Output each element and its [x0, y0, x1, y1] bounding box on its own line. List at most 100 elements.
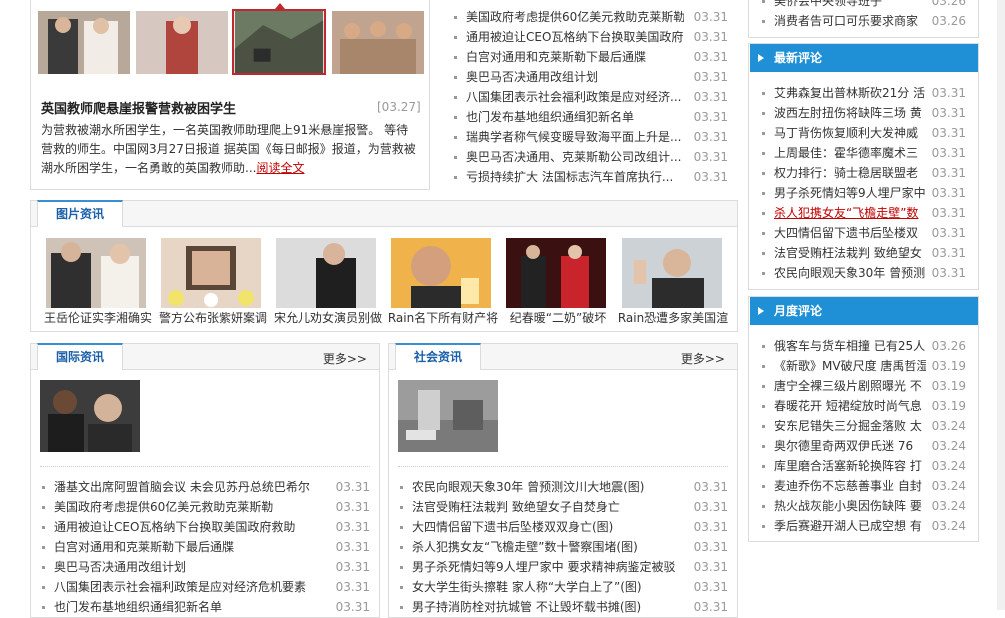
bullet-icon [400, 546, 403, 549]
list-item[interactable]: 波西左肘扭伤将缺阵三场 黄 03.31 [762, 103, 966, 123]
list-item[interactable]: 八国集团表示社会福利政策是应对经济危机要素 03.31 [42, 577, 370, 597]
list-item[interactable]: 大四情侣留下遗书后坠楼双 03.31 [762, 223, 966, 243]
bullet-icon [454, 156, 457, 159]
bullet-icon [762, 252, 765, 255]
bullet-icon [762, 505, 765, 508]
bullet-icon [762, 425, 765, 428]
photo-caption-1[interactable]: 王岳伦证实李湘确实 [42, 309, 154, 326]
story-title[interactable]: 英国教师爬悬崖报警营救被困学生 [41, 98, 236, 117]
list-item[interactable]: 通用被迫让CEO瓦格纳下台换取美国政府 03.31 [454, 27, 728, 47]
list-item[interactable]: 也门发布基地组织通缉犯新名单 03.31 [42, 597, 370, 617]
list-item[interactable]: 男子杀死情妇等9人埋尸家中 03.31 [762, 183, 966, 203]
social-divider [398, 466, 728, 467]
intl-news-photo[interactable] [40, 380, 140, 452]
bullet-icon [454, 176, 457, 179]
vertical-scrollbar[interactable] [997, 0, 1005, 610]
photo-thumb-4[interactable] [391, 238, 491, 308]
photo-thumb-3[interactable] [276, 238, 376, 308]
bullet-icon [762, 445, 765, 448]
photo-caption-3[interactable]: 宋允儿劝女演员别做 [272, 309, 384, 326]
list-item[interactable]: 库里磨合活塞新轮换阵容 打 03.24 [762, 456, 966, 476]
tab-photo-news[interactable]: 图片资讯 [37, 200, 123, 227]
list-item[interactable]: 亏损持续扩大 法国标志汽车首席执行... 03.31 [454, 167, 728, 187]
story-thumb-3-selected[interactable] [232, 9, 326, 75]
list-item[interactable]: 农民向眼观天象30年 曾预测 03.31 [762, 263, 966, 283]
list-item[interactable]: 奥巴马否决通用改组计划 03.31 [42, 557, 370, 577]
photo-caption-5[interactable]: 纪春暖“二奶”破坏 [502, 309, 614, 326]
list-item[interactable]: 通用被迫让CEO瓦格纳下台换取美国政府救助 03.31 [42, 517, 370, 537]
bullet-icon [454, 116, 457, 119]
intl-more-link[interactable]: 更多>> [323, 350, 367, 367]
sidebar-top-list: 美侨会中央领导班子 03.26 消费者告可口可乐要求商家 03.26 [762, 0, 966, 31]
list-item[interactable]: 麦迪乔伤不忘慈善事业 自封 03.24 [762, 476, 966, 496]
list-item[interactable]: 奥巴马否决通用改组计划 03.31 [454, 67, 728, 87]
list-item[interactable]: 安东尼错失三分掘金落败 太 03.24 [762, 416, 966, 436]
bullet-icon [400, 606, 403, 609]
list-item[interactable]: 白宫对通用和克莱斯勒下最后通牒 03.31 [42, 537, 370, 557]
list-item[interactable]: 也门发布基地组织通缉犯新名单 03.31 [454, 107, 728, 127]
list-item[interactable]: 《新歌》MV破尺度 唐禹哲湿 03.19 [762, 356, 966, 376]
list-item[interactable]: 女大学生街头擦鞋 家人称“大学白上了”(图) 03.31 [400, 577, 728, 597]
list-item[interactable]: 马丁背伤恢复顺利大发神威 03.31 [762, 123, 966, 143]
story-summary: 为营救被潮水所困学生，一名英国教师助理爬上91米悬崖报警。 等待营救的师生。中国… [41, 121, 419, 178]
photo-thumb-5[interactable] [506, 238, 606, 308]
list-item[interactable]: 八国集团表示社会福利政策是应对经济... 03.31 [454, 87, 728, 107]
social-news-photo[interactable] [398, 380, 498, 452]
list-item[interactable]: 消费者告可口可乐要求商家 03.26 [762, 11, 966, 31]
bullet-icon [762, 0, 765, 3]
bullet-icon [762, 112, 765, 115]
monthly-comments-title: 月度评论 [774, 304, 823, 318]
social-more-link[interactable]: 更多>> [681, 350, 725, 367]
bullet-icon [762, 465, 765, 468]
list-item[interactable]: 上周最佳：霍华德率魔术三 03.31 [762, 143, 966, 163]
bullet-icon [42, 566, 45, 569]
photo-caption-6[interactable]: Rain恐遭多家美国渲 [617, 309, 729, 326]
photo-thumb-1[interactable] [46, 238, 146, 308]
list-item[interactable]: 男子杀死情妇等9人埋尸家中 要求精神病鉴定被驳 03.31 [400, 557, 728, 577]
bullet-icon [42, 546, 45, 549]
photo-caption-4[interactable]: Rain名下所有财产将 [387, 309, 499, 326]
list-item[interactable]: 春暖花开 短裙绽放时尚气息 03.19 [762, 396, 966, 416]
list-item[interactable]: 艾弗森复出普林斯砍21分 活 03.31 [762, 83, 966, 103]
bullet-icon [762, 345, 765, 348]
intl-news-list: 潘基文出席阿盟首脑会议 未会见苏丹总统巴希尔 03.31 美国政府考虑提供60亿美… [42, 477, 370, 617]
list-item[interactable]: 俄客车与货车相撞 已有25人 03.26 [762, 336, 966, 356]
bullet-icon [454, 136, 457, 139]
list-item[interactable]: 法官受贿枉法栽判 致绝望女 03.31 [762, 243, 966, 263]
list-item[interactable]: 瑞典学者称气候变暖导致海平面上升是... 03.31 [454, 127, 728, 147]
photo-caption-2[interactable]: 警方公布张紫妍案调 [157, 309, 269, 326]
list-item[interactable]: 大四情侣留下遗书后坠楼双双身亡(图) 03.31 [400, 517, 728, 537]
story-thumb-1[interactable] [38, 11, 130, 74]
photo-thumb-6[interactable] [622, 238, 722, 308]
bullet-icon [762, 172, 765, 175]
tab-social-news[interactable]: 社会资讯 [395, 343, 481, 370]
latest-comments-header: 最新评论 [750, 44, 978, 72]
read-more-link[interactable]: 阅读全文 [256, 161, 304, 175]
list-item[interactable]: 季后赛避开湖人已成空想 有 03.24 [762, 516, 966, 536]
list-item[interactable]: 奥巴马否决通用、克莱斯勒公司改组计... 03.31 [454, 147, 728, 167]
list-item[interactable]: 潘基文出席阿盟首脑会议 未会见苏丹总统巴希尔 03.31 [42, 477, 370, 497]
list-item[interactable]: 农民向眼观天象30年 曾预测汶川大地震(图) 03.31 [400, 477, 728, 497]
tab-intl-news[interactable]: 国际资讯 [37, 343, 123, 370]
list-item[interactable]: 美国政府考虑提供60亿美元救助克莱斯勒 03.31 [454, 7, 728, 27]
list-item[interactable]: 法官受贿枉法栽判 致绝望女子自焚身亡 03.31 [400, 497, 728, 517]
bullet-icon [42, 606, 45, 609]
list-item[interactable]: 男子持消防栓对抗城管 不让毁坏载书摊(图) 03.31 [400, 597, 728, 617]
list-item[interactable]: 权力排行：骑士稳居联盟老 03.31 [762, 163, 966, 183]
list-item-highlighted[interactable]: 杀人犯携女友“飞檐走壁”数 03.31 [762, 203, 966, 223]
list-item[interactable]: 美侨会中央领导班子 03.26 [762, 0, 966, 11]
photo-thumb-2[interactable] [161, 238, 261, 308]
list-item[interactable]: 美国政府考虑提供60亿美元救助克莱斯勒 03.31 [42, 497, 370, 517]
bullet-icon [400, 486, 403, 489]
list-item[interactable]: 唐宁全裸三级片剧照曝光 不 03.19 [762, 376, 966, 396]
list-item[interactable]: 热火战灰能小奥因伤缺阵 要 03.24 [762, 496, 966, 516]
arrow-right-icon [758, 54, 764, 62]
list-item[interactable]: 杀人犯携女友“飞檐走壁”数十警察围堵(图) 03.31 [400, 537, 728, 557]
story-thumb-4[interactable] [332, 11, 424, 74]
bullet-icon [400, 586, 403, 589]
bullet-icon [762, 232, 765, 235]
story-thumb-2[interactable] [136, 11, 228, 74]
latest-comments-title: 最新评论 [774, 51, 823, 65]
list-item[interactable]: 奥尔德里奇两双伊氏迷 76 03.24 [762, 436, 966, 456]
list-item[interactable]: 白宫对通用和克莱斯勒下最后通牒 03.31 [454, 47, 728, 67]
